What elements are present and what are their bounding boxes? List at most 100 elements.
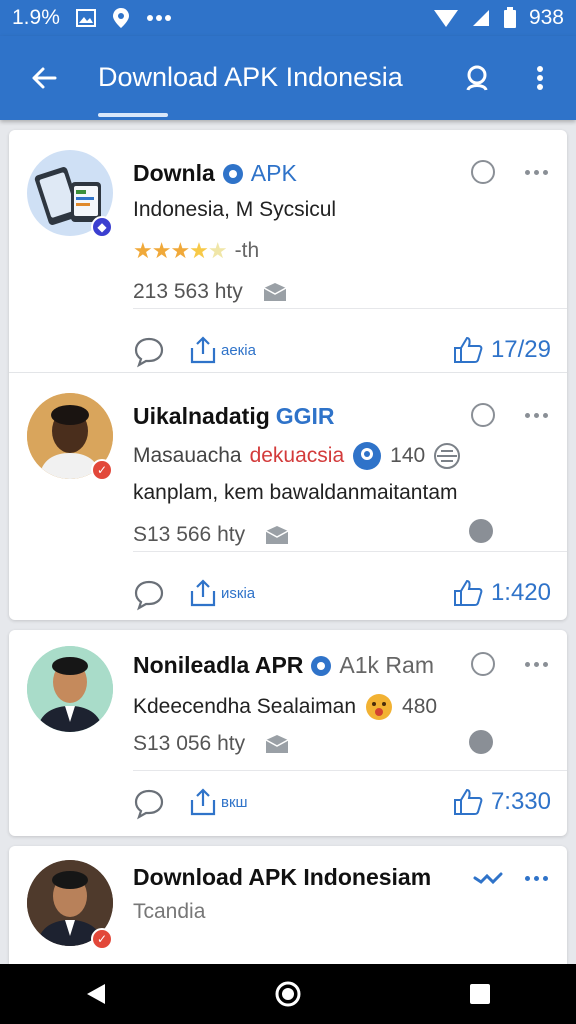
subtitle-prefix: Kdeecendha Sealaiman	[133, 695, 357, 718]
wifi-icon	[433, 8, 459, 28]
comment-icon	[134, 789, 164, 820]
nav-recents-button[interactable]	[450, 970, 510, 1018]
post-author: Download APK Indonesiam	[133, 864, 432, 890]
post-meta: S13 056 hty	[133, 732, 289, 756]
post-author: Uikalnadatig	[133, 403, 270, 429]
signal-icon	[471, 8, 491, 28]
shield-icon[interactable]	[469, 730, 493, 754]
like-button[interactable]: 7:330	[453, 788, 551, 816]
rating-row: ★★★★★ -th	[133, 238, 259, 264]
envelope-icon	[263, 282, 287, 302]
globe-icon	[434, 443, 461, 469]
like-button[interactable]: 1:420	[453, 579, 551, 607]
location-icon	[112, 7, 130, 29]
like-count: 17/29	[490, 336, 551, 363]
share-button[interactable]: aeкia	[189, 336, 256, 364]
post-more-button[interactable]	[521, 652, 551, 676]
share-button[interactable]: иsкia	[189, 579, 255, 607]
battery-value: 938	[528, 6, 564, 29]
thumbs-up-icon	[453, 336, 483, 363]
share-label: иsкia	[221, 584, 256, 602]
envelope-icon	[265, 734, 289, 754]
comment-button[interactable]	[133, 788, 165, 820]
post-divider	[133, 551, 567, 552]
nav-back-button[interactable]	[66, 970, 126, 1018]
share-circle-icon[interactable]	[469, 519, 493, 543]
post-subtitle: Kdeecendha Sealaiman 480	[133, 692, 437, 722]
battery-icon	[503, 7, 517, 29]
overflow-menu-icon	[537, 66, 543, 90]
status-badge-icon: ✓	[91, 928, 113, 950]
more-dots-icon	[146, 14, 172, 22]
signal-wave-icon[interactable]	[473, 866, 503, 890]
share-icon	[190, 579, 216, 607]
comment-button[interactable]	[133, 336, 165, 368]
app-bar: Download APK Indonesia	[0, 36, 576, 120]
post-more-button[interactable]	[521, 866, 551, 890]
recents-square-icon	[470, 984, 490, 1004]
post-more-button[interactable]	[521, 403, 551, 427]
rating-suffix: -th	[234, 239, 260, 262]
feed-post[interactable]: Nonileadla APR A1k Ram Kdeecendha Sealai…	[9, 630, 567, 836]
surprised-emoji-icon	[366, 694, 393, 720]
post-subtitle: Indonesia, M Sycsicul	[133, 198, 337, 221]
post-author: Nonileadla APR	[133, 652, 304, 678]
feed-card: ✓ Download APK Indonesiam Tcandia	[9, 846, 567, 964]
overflow-menu-button[interactable]	[520, 58, 560, 98]
envelope-icon	[265, 525, 289, 545]
share-label: вкш	[221, 793, 248, 811]
like-count: 1:420	[490, 579, 551, 606]
nav-home-button[interactable]	[258, 970, 318, 1018]
post-meta-text: S13 056 hty	[133, 732, 246, 755]
post-more-button[interactable]	[521, 160, 551, 184]
feed-post[interactable]: ✓ Download APK Indonesiam Tcandia	[9, 846, 567, 964]
comment-button[interactable]	[133, 579, 165, 611]
select-radio[interactable]	[471, 160, 495, 184]
post-divider	[133, 308, 567, 309]
post-divider	[133, 770, 567, 771]
like-button[interactable]: 17/29	[453, 336, 551, 364]
search-icon	[466, 65, 488, 91]
page-title: Download APK Indonesia	[98, 62, 403, 117]
back-triangle-icon	[87, 984, 105, 1004]
thumbs-up-icon	[453, 579, 483, 606]
feed-card: ◆ Downla APK Indonesia, M Sycsicul ★★★★★…	[9, 130, 567, 620]
feed-post[interactable]: ✓ Uikalnadatig GGIR Masauacha dekuacsia …	[9, 372, 567, 614]
user-avatar	[27, 646, 113, 732]
subtitle-count: 140	[390, 444, 426, 467]
post-subtitle: Tcandia	[133, 900, 206, 923]
comment-icon	[134, 580, 164, 611]
status-badge-icon: ✓	[91, 459, 113, 481]
post-meta-text: 213 563 hty	[133, 280, 243, 303]
select-radio[interactable]	[471, 652, 495, 676]
post-tag: APK	[250, 160, 297, 186]
like-count: 7:330	[490, 788, 551, 815]
person-photo-icon	[27, 646, 113, 732]
share-icon	[190, 336, 216, 364]
battery-percent-text: 1.9%	[12, 6, 60, 29]
back-button[interactable]	[22, 56, 66, 100]
feed-post[interactable]: ◆ Downla APK Indonesia, M Sycsicul ★★★★★…	[9, 130, 567, 372]
share-icon	[190, 788, 216, 816]
verified-gear-icon	[309, 654, 333, 678]
location-badge-icon	[353, 442, 382, 470]
post-meta: S13 566 hty	[133, 523, 289, 547]
system-nav-bar	[0, 964, 576, 1024]
status-bar: 1.9% 938	[0, 0, 576, 36]
share-button[interactable]: вкш	[189, 788, 248, 816]
search-button[interactable]	[458, 58, 498, 98]
post-meta: 213 563 hty	[133, 280, 287, 304]
share-label: aeкia	[221, 341, 256, 359]
home-circle-icon	[275, 981, 301, 1007]
post-tag: GGIR	[275, 403, 335, 429]
back-arrow-icon	[32, 67, 57, 89]
gallery-icon	[75, 8, 96, 28]
verified-gear-icon	[221, 162, 245, 186]
feed-card: Nonileadla APR A1k Ram Kdeecendha Sealai…	[9, 630, 567, 836]
post-tag: A1k Ram	[339, 652, 434, 678]
subtitle-count: 480	[402, 695, 438, 718]
subtitle-highlight: dekuacsia	[249, 444, 345, 467]
post-meta-text: S13 566 hty	[133, 523, 246, 546]
select-radio[interactable]	[471, 403, 495, 427]
subtitle-prefix: Masauacha	[133, 444, 242, 467]
